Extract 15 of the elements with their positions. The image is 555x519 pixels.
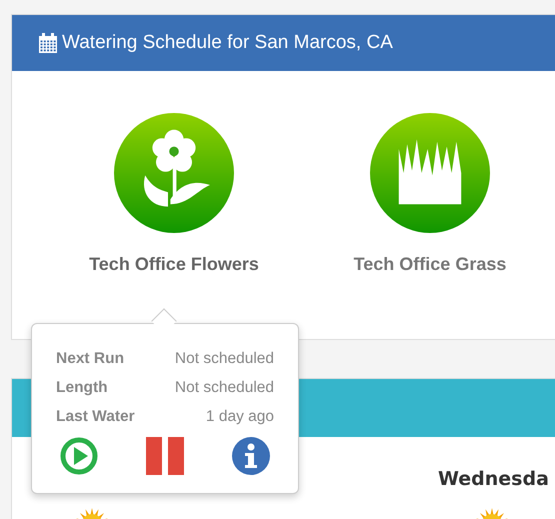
zone-tile[interactable]: Tech Office Grass <box>315 113 545 339</box>
info-label: Next Run <box>56 349 124 369</box>
header-title: Watering Schedule for San Marcos, CA <box>62 30 393 55</box>
grass-icon <box>370 113 490 233</box>
info-value: Not scheduled <box>174 349 274 369</box>
flower-icon <box>114 113 234 233</box>
day-name: Wednesda <box>438 467 549 492</box>
info-label: Last Water <box>56 407 135 427</box>
info-value: 1 day ago <box>206 407 274 427</box>
play-button[interactable] <box>60 437 98 475</box>
pause-button[interactable] <box>146 437 184 475</box>
calendar-icon <box>38 32 58 54</box>
info-button[interactable] <box>232 437 270 475</box>
info-value: Not scheduled <box>174 378 274 398</box>
info-label: Length <box>56 378 108 398</box>
